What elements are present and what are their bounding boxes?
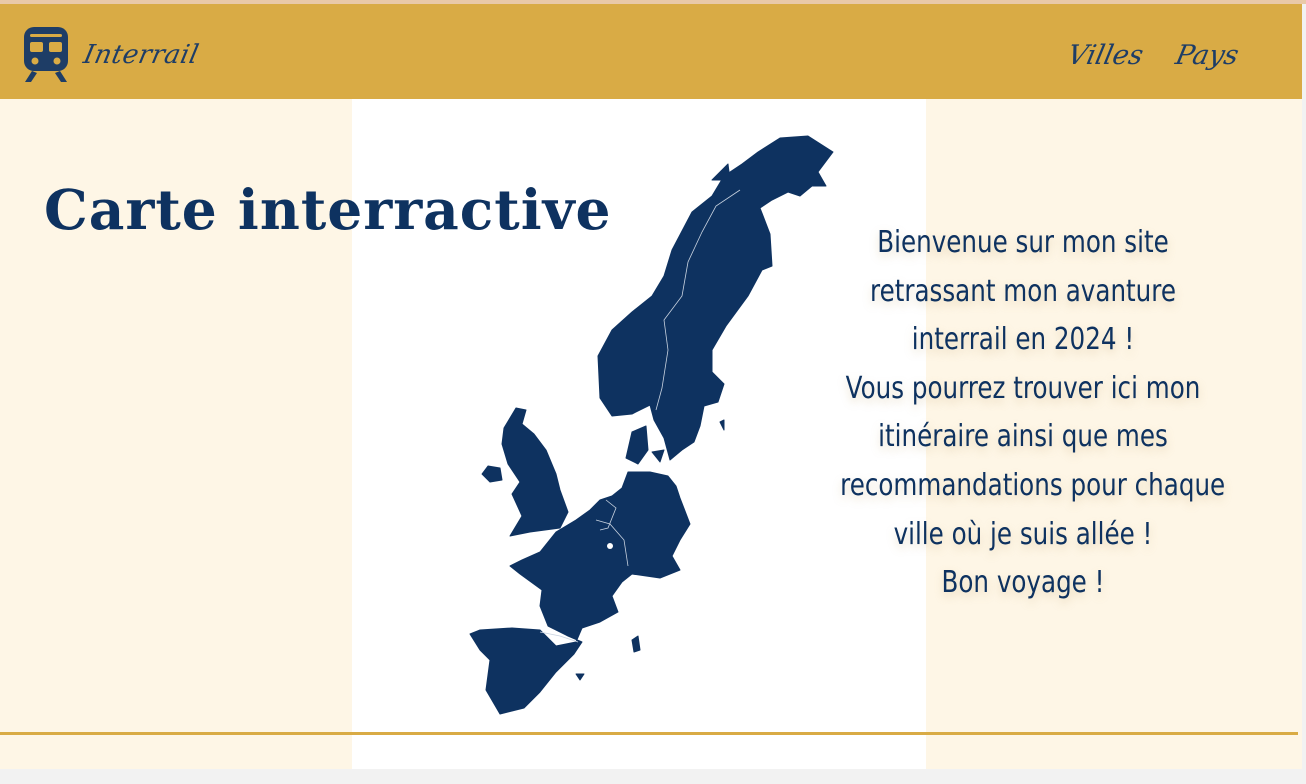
train-icon[interactable] <box>22 25 70 83</box>
intro-text: Bienvenue sur mon site retrassant mon av… <box>800 219 1246 608</box>
nav-link-pays[interactable]: Pays <box>1173 40 1242 71</box>
intro-line: itinéraire ainsi que mes <box>878 419 1168 455</box>
intro-line: Vous pourrez trouver ici mon <box>845 370 1201 406</box>
intro-line: Bienvenue sur mon site <box>877 225 1169 260</box>
intro-line: Bon voyage ! <box>941 565 1105 601</box>
intro-line: ville où je suis allée ! <box>893 516 1153 552</box>
footer-divider <box>0 732 1298 735</box>
brand-name[interactable]: Interrail <box>81 40 202 70</box>
nav-link-villes[interactable]: Villes <box>1065 40 1146 71</box>
europe-map[interactable] <box>466 132 836 716</box>
navbar: Interrail Villes Pays <box>0 4 1302 99</box>
intro-line: retrassant mon avanture <box>870 273 1176 309</box>
intro-line: interrail en 2024 ! <box>911 322 1135 358</box>
page: Interrail Villes Pays Carte interractive <box>0 0 1306 784</box>
main-content: Carte interractive Bienvenue sur mon sit… <box>0 99 1302 769</box>
intro-line: recommandations pour chaque <box>840 467 1226 503</box>
